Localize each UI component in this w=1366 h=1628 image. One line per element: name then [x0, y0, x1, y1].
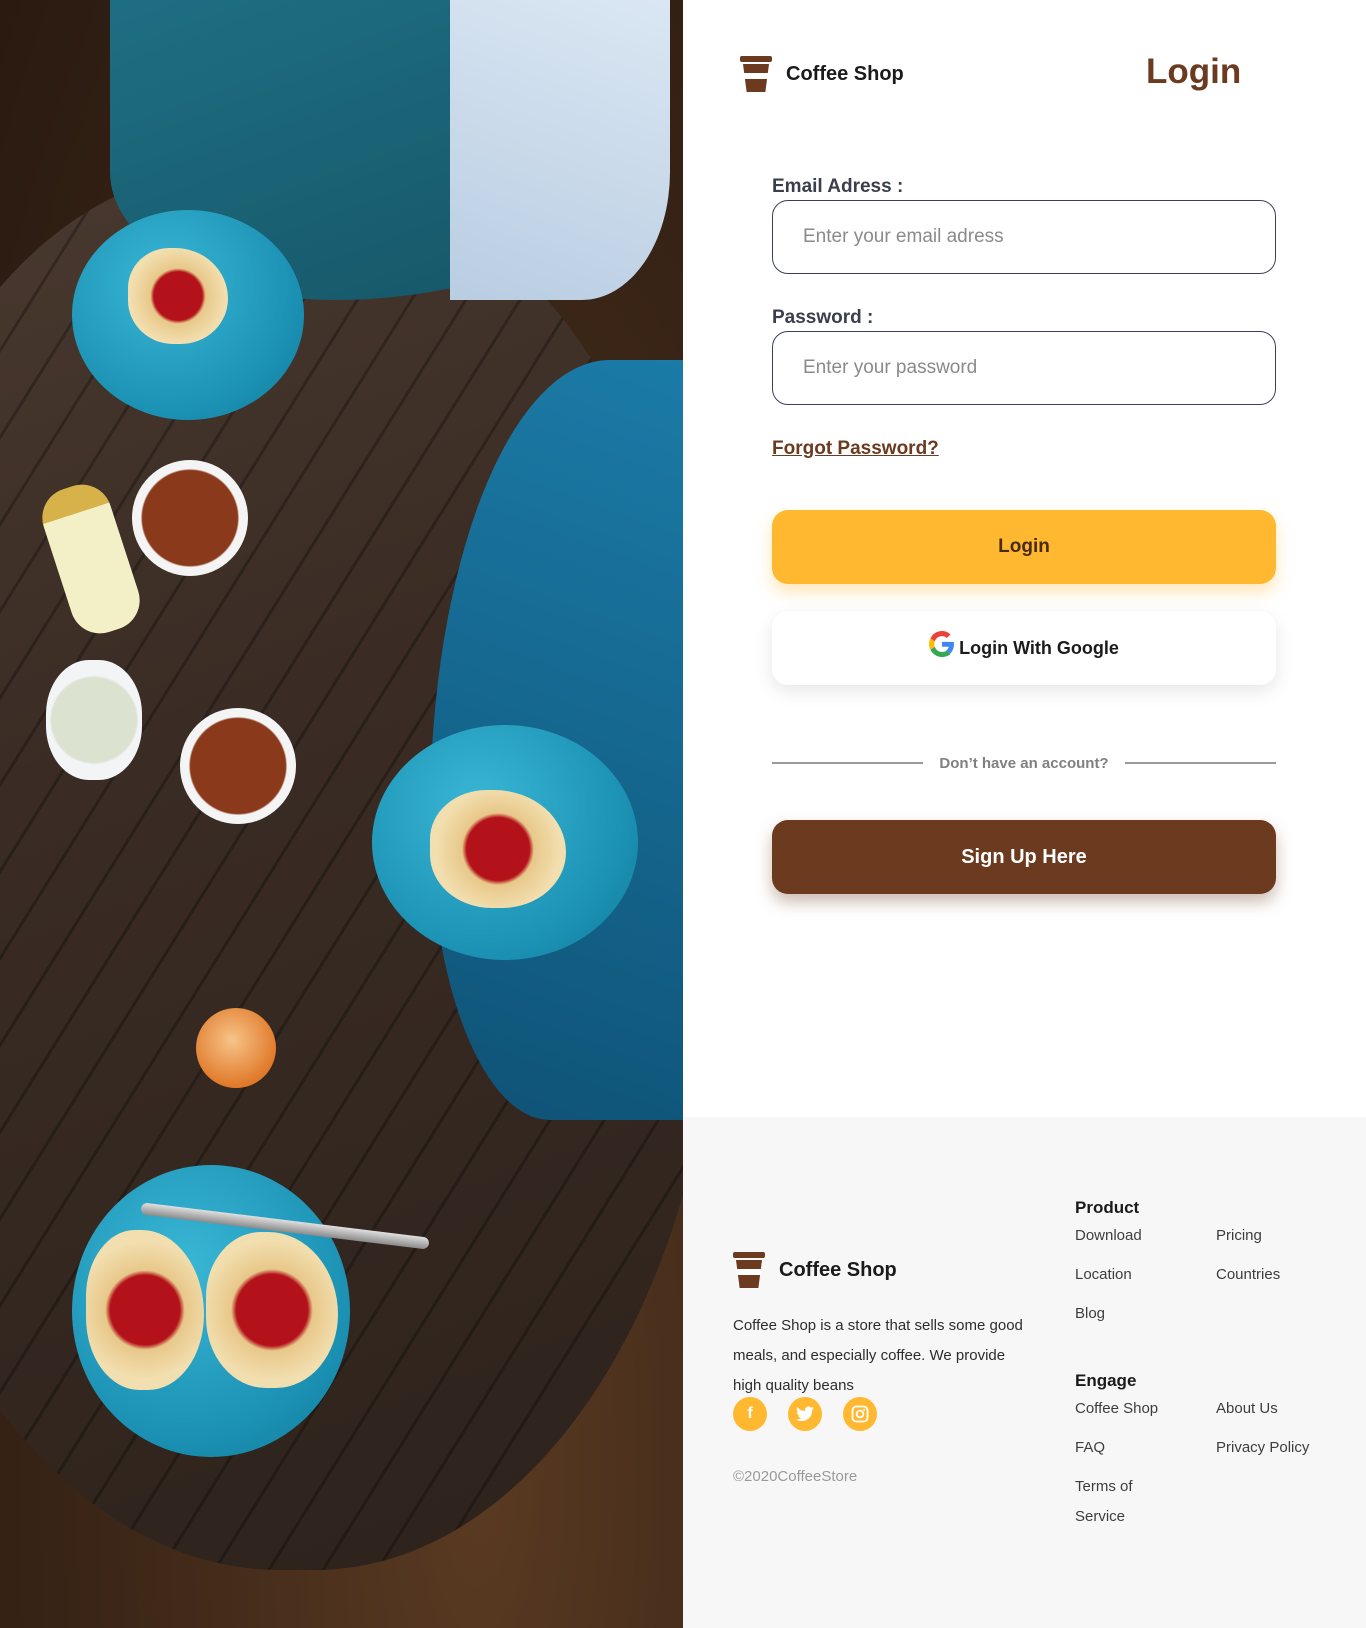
facebook-icon[interactable]: f [733, 1397, 767, 1431]
footer-brand-logo[interactable]: Coffee Shop [733, 1252, 897, 1288]
email-field[interactable] [772, 200, 1276, 274]
google-button-label: Login With Google [959, 637, 1119, 658]
google-login-button[interactable]: Login With Google [772, 611, 1276, 685]
footer-heading-engage: Engage [1075, 1371, 1137, 1390]
google-icon [929, 631, 955, 657]
footer-brand-name: Coffee Shop [779, 1258, 897, 1281]
footer-link-countries[interactable]: Countries [1216, 1260, 1280, 1290]
copyright: ©2020CoffeeStore [733, 1468, 858, 1485]
footer-link-faq[interactable]: FAQ [1075, 1433, 1105, 1463]
social-links: f [733, 1397, 877, 1431]
scone [128, 248, 228, 344]
coffee-cup-icon [733, 1252, 765, 1288]
password-label: Password : [772, 307, 874, 328]
forgot-password-link[interactable]: Forgot Password? [772, 438, 939, 460]
login-button[interactable]: Login [772, 510, 1276, 584]
footer-link-about-us[interactable]: About Us [1216, 1394, 1278, 1424]
milk-jug [46, 660, 142, 780]
footer-link-location[interactable]: Location [1075, 1260, 1132, 1290]
footer-link-pricing[interactable]: Pricing [1216, 1221, 1262, 1251]
coffee-cup-icon [740, 56, 772, 92]
instagram-camera-icon [851, 1405, 869, 1423]
divider-line [1124, 762, 1277, 764]
twitter-icon[interactable] [788, 1397, 822, 1431]
no-account-text: Don’t have an account? [939, 754, 1109, 772]
twitter-bird-icon [796, 1406, 814, 1422]
signup-button[interactable]: Sign Up Here [772, 820, 1276, 894]
footer-link-terms-of-service[interactable]: Terms of Service [1075, 1472, 1165, 1532]
hero-photo [0, 0, 683, 1628]
footer-link-blog[interactable]: Blog [1075, 1299, 1105, 1329]
brand-name: Coffee Shop [786, 62, 904, 85]
tea-cup [132, 460, 248, 576]
footer-link-download[interactable]: Download [1075, 1221, 1142, 1251]
password-field[interactable] [772, 331, 1276, 405]
brand-logo[interactable]: Coffee Shop [740, 56, 904, 92]
email-label: Email Adress : [772, 176, 904, 197]
divider-line [772, 762, 924, 764]
tea-cup [180, 708, 296, 824]
instagram-icon[interactable] [843, 1397, 877, 1431]
signup-divider: Don’t have an account? [772, 752, 1277, 774]
footer-heading-product: Product [1075, 1198, 1140, 1217]
footer-about-text: Coffee Shop is a store that sells some g… [733, 1317, 1023, 1394]
footer-link-coffee-shop[interactable]: Coffee Shop [1075, 1394, 1158, 1424]
page-title: Login [1146, 52, 1242, 91]
juice-bottle [196, 1008, 276, 1088]
footer: Coffee Shop Coffee Shop is a store that … [683, 1117, 1366, 1628]
footer-link-privacy-policy[interactable]: Privacy Policy [1216, 1433, 1309, 1463]
login-panel: Coffee Shop Login Email Adress : Passwor… [683, 0, 1366, 1117]
